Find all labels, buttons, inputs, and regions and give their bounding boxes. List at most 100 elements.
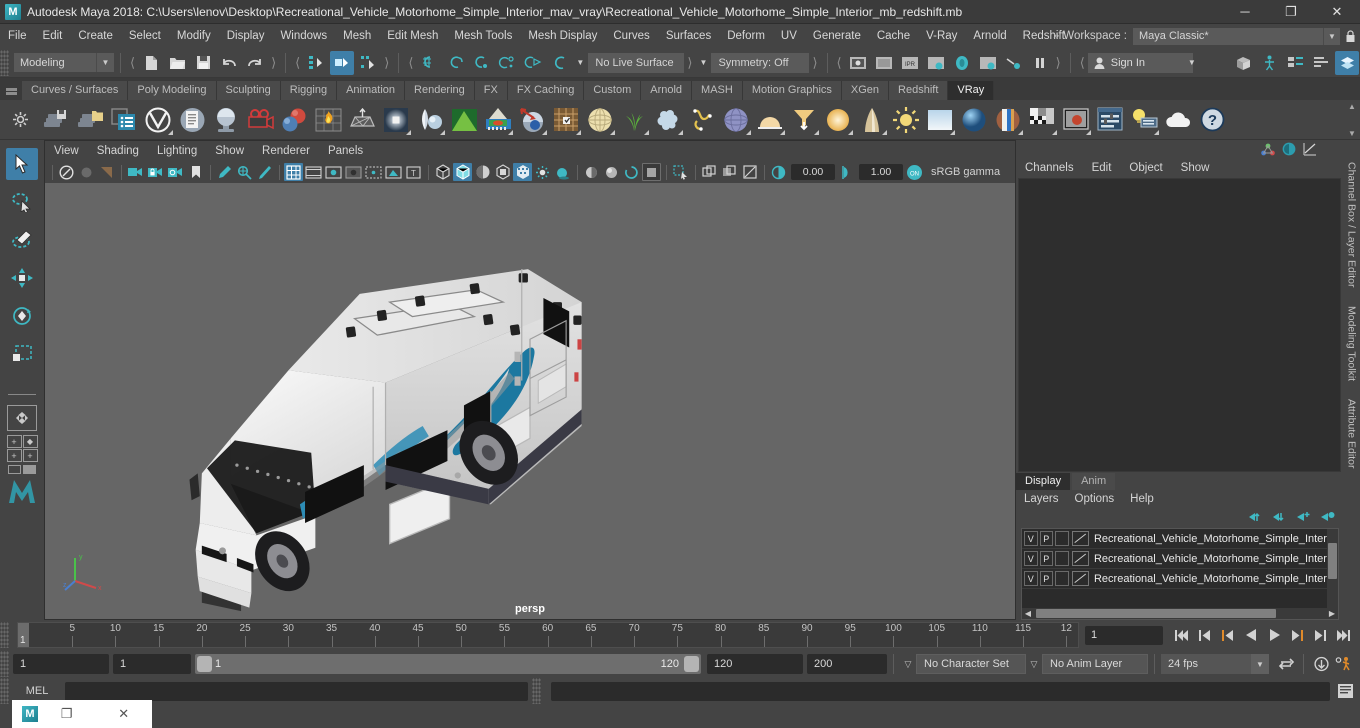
range-grip[interactable] — [0, 651, 9, 678]
shelf-tab-mash[interactable]: MASH — [692, 81, 743, 100]
lasso-select-tool[interactable] — [6, 186, 38, 218]
menu-cache[interactable]: Cache — [869, 24, 918, 48]
vray-sphere-fade-icon[interactable] — [720, 104, 752, 136]
menu-generate[interactable]: Generate — [805, 24, 869, 48]
vray-sphere-light-icon[interactable] — [414, 104, 446, 136]
scroll-left-icon[interactable]: ◀ — [1022, 609, 1034, 618]
vray-ies-icon[interactable] — [856, 104, 888, 136]
shelf-tab-arnold[interactable]: Arnold — [641, 81, 693, 100]
vray-light-lister-icon[interactable] — [1128, 104, 1160, 136]
sculpt-pencil-icon[interactable] — [255, 163, 274, 181]
minimize-button[interactable]: ─ — [1222, 0, 1268, 24]
snap-to-view-plane-icon[interactable] — [521, 51, 545, 75]
two-pane-layout-icon[interactable]: + — [6, 449, 22, 462]
menu-create[interactable]: Create — [70, 24, 121, 48]
exposure-field[interactable]: 0.00 — [791, 164, 835, 180]
table-row[interactable]: V P Recreational_Vehicle_Motorhome_Simpl… — [1022, 569, 1338, 590]
snap-to-curve-icon[interactable] — [443, 51, 467, 75]
shelf-tab-sculpting[interactable]: Sculpting — [216, 81, 281, 100]
shelf-tab-curves-surfaces[interactable]: Curves / Surfaces — [22, 81, 129, 100]
vray-displacement-icon[interactable] — [516, 104, 548, 136]
shelf-tab-motion-graphics[interactable]: Motion Graphics — [742, 81, 842, 100]
layer-playback-cell[interactable]: P — [1039, 571, 1054, 587]
attribute-editor-icon[interactable] — [1281, 142, 1296, 157]
go-to-start-icon[interactable] — [1171, 624, 1193, 646]
menu-edit-mesh[interactable]: Edit Mesh — [379, 24, 446, 48]
resolution-gate-icon[interactable] — [324, 163, 343, 181]
taskbar-restore-button[interactable]: ❐ — [38, 706, 95, 722]
current-frame-field[interactable]: 1 — [1085, 625, 1163, 645]
color-management-toggle-icon[interactable]: ON — [905, 163, 924, 181]
vray-save-folder-icon[interactable] — [74, 104, 106, 136]
shelf-tab-animation[interactable]: Animation — [337, 81, 406, 100]
use-default-light-icon[interactable] — [513, 163, 532, 181]
motion-blur-icon[interactable] — [582, 163, 601, 181]
command-divider-grip[interactable] — [532, 678, 541, 705]
layer-name[interactable]: Recreational_Vehicle_Motorhome_Simple_In… — [1094, 573, 1338, 585]
two-d-pan-zoom-icon[interactable] — [235, 163, 254, 181]
scale-tool[interactable] — [6, 338, 38, 370]
character-set-dropdown-icon[interactable]: ▽ — [900, 659, 916, 670]
xray-active-components-icon[interactable] — [720, 163, 739, 181]
bookmark-icon[interactable] — [186, 163, 205, 181]
layer-visibility-cell[interactable]: V — [1024, 551, 1038, 567]
menu-curves[interactable]: Curves — [605, 24, 657, 48]
new-scene-icon[interactable] — [139, 51, 163, 75]
show-hide-modeling-toolkit-icon[interactable] — [1231, 51, 1255, 75]
ipr-render-icon[interactable]: IPR — [898, 51, 922, 75]
table-row[interactable]: V P Recreational_Vehicle_Motorhome_Simpl… — [1022, 529, 1338, 550]
render-view-icon[interactable] — [976, 51, 1000, 75]
gamma-icon[interactable] — [837, 163, 856, 181]
show-hide-tool-settings-icon[interactable] — [1309, 51, 1333, 75]
vray-material-icon[interactable] — [210, 104, 242, 136]
workspace-combo[interactable]: Maya Classic* — [1133, 27, 1323, 45]
auto-keyframe-icon[interactable] — [1310, 653, 1332, 675]
viewport-menu-shading[interactable]: Shading — [88, 145, 148, 157]
scrollbar-thumb[interactable] — [1328, 543, 1337, 580]
xray-icon[interactable] — [671, 163, 690, 181]
live-surface-combo[interactable]: No Live Surface — [588, 52, 685, 73]
move-tool[interactable] — [6, 262, 38, 294]
chevron-down-icon[interactable]: ▼ — [96, 53, 114, 72]
redo-icon[interactable] — [243, 51, 267, 75]
menu-mesh[interactable]: Mesh — [335, 24, 379, 48]
render-sequence-icon[interactable] — [872, 51, 896, 75]
menu-mesh-display[interactable]: Mesh Display — [520, 24, 605, 48]
vray-render-view-icon[interactable] — [1060, 104, 1092, 136]
layer-shading-cell[interactable] — [1055, 531, 1069, 547]
vray-checker-icon[interactable] — [992, 104, 1024, 136]
vray-render-elements-icon[interactable] — [108, 104, 140, 136]
menu-vray[interactable]: V-Ray — [918, 24, 965, 48]
grid-toggle-icon[interactable] — [284, 163, 303, 181]
select-tool[interactable] — [6, 148, 38, 180]
channel-box-menu-edit[interactable]: Edit — [1083, 162, 1121, 174]
vray-fur-icon[interactable] — [550, 104, 582, 136]
shelf-tab-xgen[interactable]: XGen — [841, 81, 890, 100]
single-perspective-layout-icon[interactable] — [7, 405, 37, 431]
menu-select[interactable]: Select — [121, 24, 169, 48]
menu-edit[interactable]: Edit — [35, 24, 71, 48]
snap-to-grid-icon[interactable] — [417, 51, 441, 75]
layer-menu-layers[interactable]: Layers — [1016, 493, 1067, 505]
layer-tab-anim[interactable]: Anim — [1072, 473, 1116, 491]
step-back-frame-icon[interactable] — [1217, 624, 1239, 646]
vray-light-dome-icon[interactable] — [380, 104, 412, 136]
vray-scene-description-icon[interactable] — [176, 104, 208, 136]
vray-funnel-icon[interactable] — [788, 104, 820, 136]
layer-shading-cell[interactable] — [1055, 571, 1069, 587]
vray-fire-icon[interactable] — [312, 104, 344, 136]
animation-preferences-icon[interactable] — [1332, 653, 1354, 675]
layer-visibility-cell[interactable]: V — [1024, 571, 1038, 587]
four-view-layout-icon[interactable]: + — [6, 435, 22, 448]
vray-sun-icon[interactable] — [822, 104, 854, 136]
vray-sky-icon[interactable] — [890, 104, 922, 136]
chevron-down-icon-3[interactable]: ▼ — [1185, 51, 1199, 75]
maya-taskbar-icon[interactable]: M — [22, 706, 38, 722]
gamma-field[interactable]: 1.00 — [859, 164, 903, 180]
animation-start-field[interactable]: 1 — [13, 654, 109, 675]
vray-cloud-icon[interactable] — [1162, 104, 1194, 136]
anim-layer-dropdown-icon[interactable]: ▽ — [1026, 659, 1042, 670]
layer-playback-cell[interactable]: P — [1039, 531, 1054, 547]
range-start-field[interactable]: 1 — [113, 654, 191, 675]
new-layer-icon[interactable] — [1296, 511, 1311, 523]
